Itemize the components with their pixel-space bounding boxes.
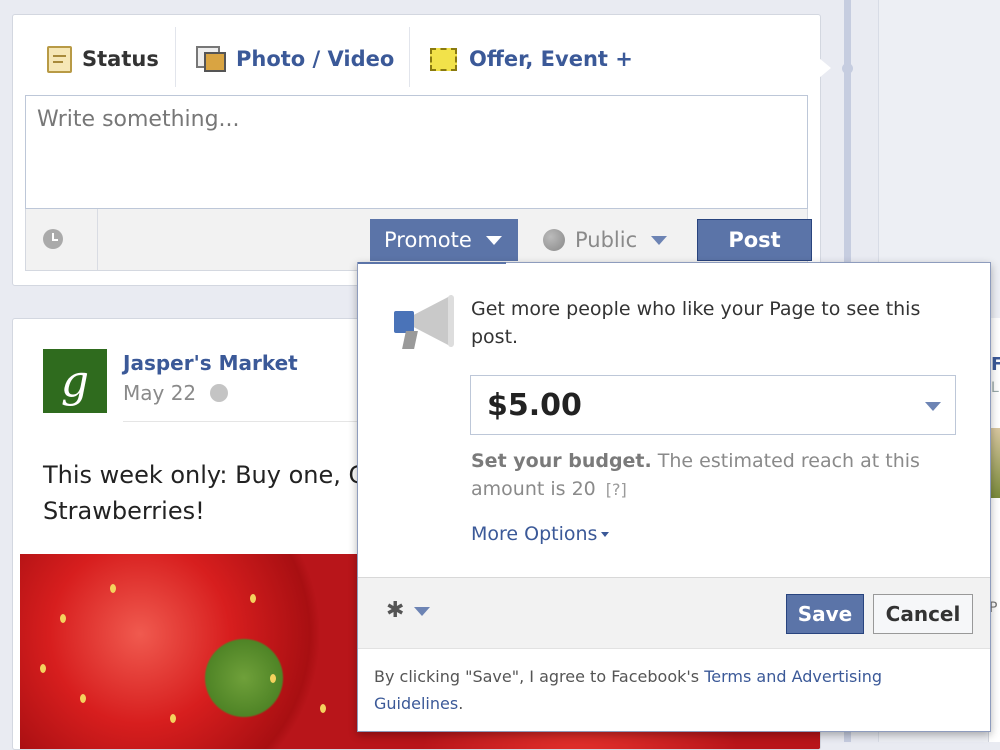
tab-offer-event[interactable]: Offer, Event + bbox=[430, 39, 633, 79]
tab-photo-video-label: Photo / Video bbox=[236, 47, 395, 71]
cancel-button[interactable]: Cancel bbox=[873, 594, 973, 634]
more-options-label: More Options bbox=[471, 523, 598, 545]
chevron-down-icon bbox=[485, 235, 502, 245]
right-card-title: F bbox=[991, 354, 1000, 375]
popup-footer: ✱ Save Cancel bbox=[358, 577, 990, 649]
privacy-selector[interactable]: Public bbox=[543, 225, 668, 255]
clock-icon bbox=[43, 229, 63, 249]
budget-value: $5.00 bbox=[487, 387, 582, 423]
chevron-down-icon bbox=[651, 235, 668, 245]
tab-photo-video[interactable]: Photo / Video bbox=[196, 39, 394, 79]
post-composer: Status Photo / Video Offer, Event + Prom… bbox=[12, 14, 821, 286]
popup-anchor bbox=[358, 262, 506, 264]
globe-icon bbox=[210, 384, 229, 402]
tab-divider bbox=[175, 27, 176, 87]
composer-tabs: Status Photo / Video Offer, Event + bbox=[13, 15, 820, 95]
globe-icon bbox=[543, 229, 565, 251]
privacy-label: Public bbox=[575, 228, 638, 252]
right-card-thumbnail bbox=[991, 428, 1000, 498]
promote-button[interactable]: Promote bbox=[370, 219, 518, 261]
composer-pointer bbox=[819, 58, 831, 78]
megaphone-icon bbox=[388, 293, 458, 353]
photo-icon bbox=[196, 46, 226, 72]
chevron-down-icon bbox=[414, 606, 431, 616]
budget-note-heading: Set your budget. bbox=[471, 450, 652, 472]
tab-status[interactable]: Status bbox=[47, 39, 159, 79]
chevron-down-icon bbox=[601, 531, 610, 537]
schedule-button[interactable] bbox=[26, 209, 98, 270]
legal-prefix: By clicking "Save", I agree to Facebook'… bbox=[374, 667, 705, 686]
help-link[interactable]: [?] bbox=[606, 480, 627, 499]
save-button[interactable]: Save bbox=[786, 594, 864, 634]
legal-notice: By clicking "Save", I agree to Facebook'… bbox=[374, 663, 964, 717]
budget-note: Set your budget. The estimated reach at … bbox=[471, 447, 961, 504]
right-card-subtitle: L bbox=[991, 380, 999, 396]
avatar[interactable]: g bbox=[43, 349, 107, 413]
post-date[interactable]: May 22 bbox=[123, 381, 196, 405]
tab-status-label: Status bbox=[82, 47, 159, 71]
promote-popup: Get more people who like your Page to se… bbox=[357, 262, 991, 732]
promote-label: Promote bbox=[384, 228, 472, 252]
gear-icon: ✱ bbox=[386, 598, 405, 623]
chevron-down-icon bbox=[925, 402, 941, 411]
more-options-link[interactable]: More Options bbox=[471, 523, 610, 545]
post-author-link[interactable]: Jasper's Market bbox=[123, 351, 298, 375]
budget-select[interactable]: $5.00 bbox=[470, 375, 956, 435]
tab-divider bbox=[409, 27, 410, 87]
status-input[interactable] bbox=[35, 106, 779, 133]
settings-menu-button[interactable]: ✱ bbox=[386, 598, 431, 623]
status-note-icon bbox=[47, 45, 72, 73]
timeline-dot bbox=[842, 63, 853, 74]
promote-description: Get more people who like your Page to se… bbox=[471, 298, 921, 348]
offer-icon bbox=[430, 47, 457, 71]
post-timestamp: May 22 bbox=[123, 381, 229, 405]
tab-offer-event-label: Offer, Event + bbox=[469, 47, 633, 71]
legal-suffix: . bbox=[458, 694, 464, 713]
post-button[interactable]: Post bbox=[697, 219, 812, 261]
status-textarea[interactable] bbox=[25, 95, 808, 209]
